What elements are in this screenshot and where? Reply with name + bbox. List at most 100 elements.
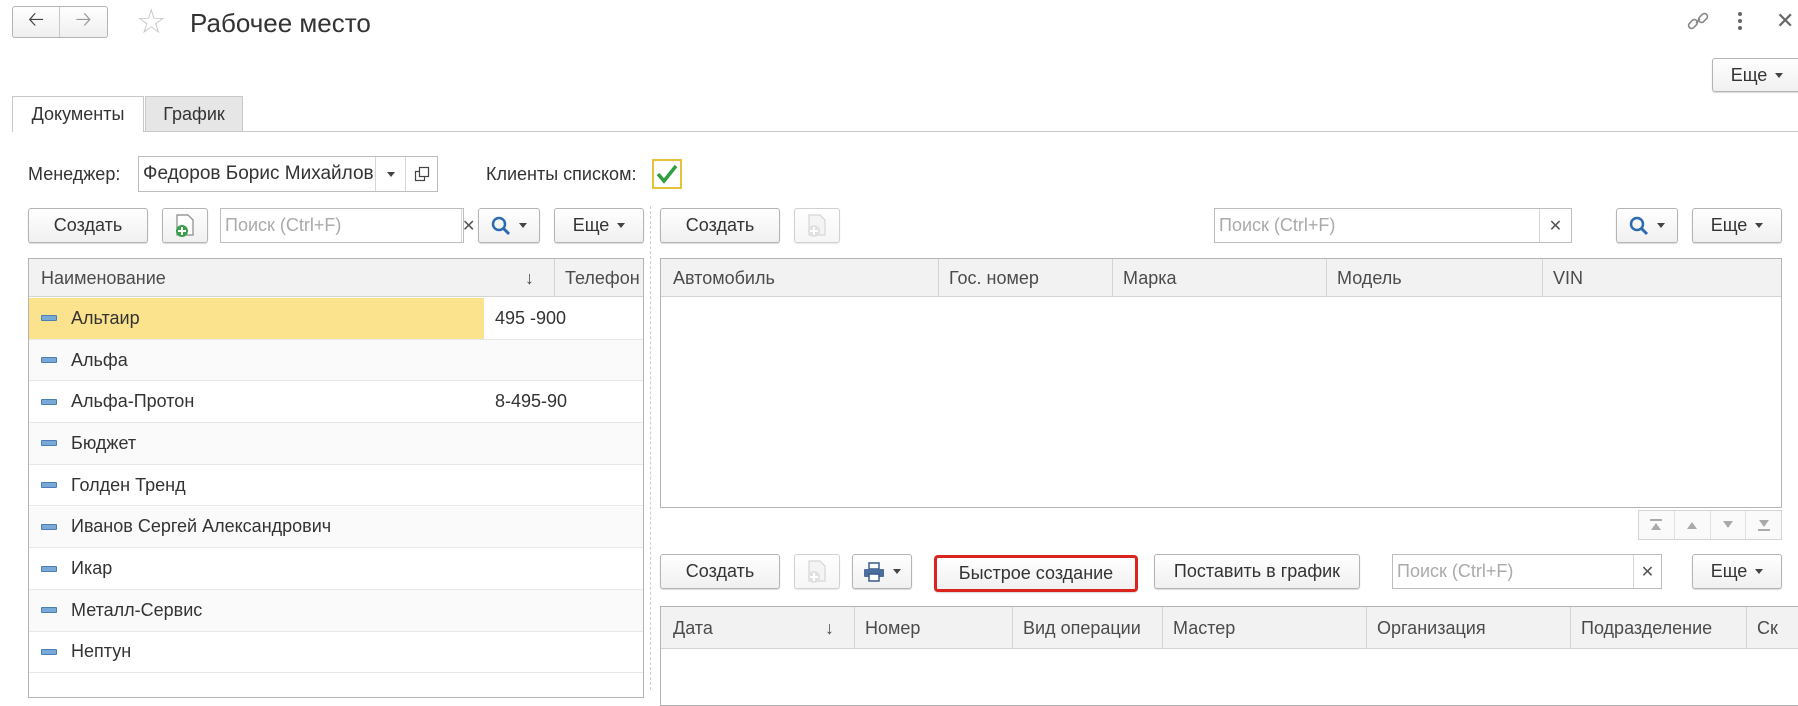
clients-table: Наименование ↓ Телефон Альтаир 495 -900 Ал… <box>28 258 644 698</box>
docs-add-copy-button[interactable] <box>794 554 840 589</box>
list-item-icon <box>41 440 57 447</box>
chevron-down-icon <box>386 171 395 177</box>
cars-add-copy-button[interactable] <box>794 208 840 243</box>
client-phone-cell <box>485 590 575 631</box>
column-header-department[interactable]: Подразделение <box>1571 607 1747 649</box>
forward-arrow-icon[interactable]: 🡢 <box>60 7 107 37</box>
panel-splitter[interactable] <box>650 206 651 690</box>
open-icon[interactable] <box>405 157 437 191</box>
sort-arrow-icon: ↓ <box>825 617 834 638</box>
check-icon <box>656 164 678 184</box>
client-phone-cell <box>485 465 575 506</box>
cars-search[interactable]: ✕ <box>1214 208 1572 243</box>
clients-table-header: Наименование ↓ Телефон <box>29 259 643 297</box>
column-header-number[interactable]: Номер <box>855 607 1013 649</box>
window-more-button[interactable]: Еще <box>1712 58 1798 92</box>
docs-search-input[interactable] <box>1393 555 1633 588</box>
manager-dropdown-button[interactable] <box>375 157 405 191</box>
docs-print-button[interactable] <box>852 554 912 589</box>
list-item-icon <box>41 482 57 489</box>
list-item-icon <box>41 648 57 655</box>
clients-search[interactable]: ✕ <box>220 208 475 243</box>
tab-schedule[interactable]: График <box>145 96 243 131</box>
chevron-down-icon <box>1755 569 1764 574</box>
cars-create-button[interactable]: Создать <box>660 208 780 243</box>
manager-label: Менеджер: <box>28 164 121 184</box>
client-name-cell: Металл-Сервис <box>29 590 484 631</box>
table-row[interactable]: Альфа <box>29 339 643 382</box>
row-move-buttons <box>1638 510 1782 540</box>
favorite-star-icon[interactable]: ☆ <box>136 4 166 40</box>
column-header-operation[interactable]: Вид операции <box>1013 607 1163 649</box>
client-name-cell: Нептун <box>29 632 484 673</box>
column-header-model[interactable]: Модель <box>1327 259 1543 297</box>
docs-create-button[interactable]: Создать <box>660 554 780 589</box>
clients-create-button[interactable]: Создать <box>28 208 148 243</box>
move-to-top-icon[interactable] <box>1639 511 1675 539</box>
table-row[interactable]: Голден Тренд <box>29 465 643 507</box>
column-header-organization[interactable]: Организация <box>1367 607 1571 649</box>
column-header-warehouse[interactable]: Ск <box>1747 607 1798 649</box>
cars-more-button[interactable]: Еще <box>1692 208 1782 243</box>
column-header-phone[interactable]: Телефон <box>555 259 643 297</box>
client-name-cell: Альфа <box>29 340 484 381</box>
table-row[interactable]: Икар <box>29 548 643 590</box>
clients-search-input[interactable] <box>221 209 461 242</box>
chevron-down-icon <box>617 223 626 228</box>
list-item-icon <box>41 607 57 614</box>
client-phone-cell: 8-495-90 <box>495 391 568 412</box>
clients-list-checkbox[interactable] <box>652 159 682 189</box>
page-title: Рабочее место <box>190 8 371 38</box>
printer-icon <box>864 561 884 582</box>
clients-add-copy-button[interactable] <box>162 208 208 243</box>
column-header-vin[interactable]: VIN <box>1543 259 1781 297</box>
column-header-master[interactable]: Мастер <box>1163 607 1367 649</box>
clients-more-button[interactable]: Еще <box>554 208 644 243</box>
column-header-brand[interactable]: Марка <box>1113 259 1327 297</box>
column-header-name[interactable]: Наименование ↓ <box>29 259 555 297</box>
clients-search-button[interactable] <box>478 208 540 243</box>
client-phone-cell <box>485 548 575 589</box>
client-name-cell: Иванов Сергей Александрович <box>29 507 484 548</box>
table-row[interactable]: Нептун <box>29 632 643 674</box>
docs-more-button[interactable]: Еще <box>1692 554 1782 589</box>
move-down-icon[interactable] <box>1711 511 1747 539</box>
chevron-down-icon <box>1755 223 1764 228</box>
chevron-down-icon <box>1775 72 1784 78</box>
back-arrow-icon[interactable]: 🡠 <box>13 7 61 37</box>
client-phone-cell <box>485 507 575 548</box>
table-row[interactable]: Металл-Сервис <box>29 589 643 632</box>
client-name-cell: Икар <box>29 548 484 589</box>
column-header-car[interactable]: Автомобиль <box>661 259 939 297</box>
docs-search[interactable]: ✕ <box>1392 554 1662 589</box>
cars-table-header: Автомобиль Гос. номер Марка Модель VIN <box>661 259 1781 297</box>
move-to-bottom-icon[interactable] <box>1746 511 1781 539</box>
search-icon <box>491 216 511 235</box>
add-to-schedule-button[interactable]: Поставить в график <box>1154 554 1360 589</box>
manager-field[interactable]: Федоров Борис Михайлович <box>138 156 438 192</box>
client-phone-cell: 495 -900 <box>495 307 567 328</box>
table-row[interactable]: Альтаир 495 -900 <box>29 298 643 340</box>
table-row[interactable]: Альфа-Протон 8-495-90 <box>29 381 643 424</box>
close-icon[interactable]: ✕ <box>1776 8 1794 34</box>
clients-search-clear-icon[interactable]: ✕ <box>461 209 475 242</box>
table-row[interactable]: Иванов Сергей Александрович <box>29 506 643 549</box>
client-name-cell: Бюджет <box>29 423 484 464</box>
more-vertical-icon[interactable] <box>1733 8 1747 34</box>
clients-list-label: Клиенты списком: <box>486 164 637 184</box>
quick-create-button[interactable]: Быстрое создание <box>934 555 1138 592</box>
column-header-date[interactable]: Дата ↓ <box>661 607 855 649</box>
cars-search-input[interactable] <box>1215 209 1539 242</box>
nav-buttons: 🡠 🡢 <box>12 6 108 38</box>
chevron-down-icon <box>1657 223 1665 228</box>
cars-search-button[interactable] <box>1616 208 1678 243</box>
link-icon[interactable] <box>1685 8 1711 34</box>
cars-search-clear-icon[interactable]: ✕ <box>1539 209 1571 242</box>
move-up-icon[interactable] <box>1675 511 1711 539</box>
column-header-plate[interactable]: Гос. номер <box>939 259 1113 297</box>
list-item-icon <box>41 398 57 405</box>
client-name-cell: Альфа-Протон <box>29 381 484 422</box>
table-row[interactable]: Бюджет <box>29 423 643 465</box>
tab-documents[interactable]: Документы <box>12 96 144 132</box>
docs-search-clear-icon[interactable]: ✕ <box>1633 555 1661 588</box>
